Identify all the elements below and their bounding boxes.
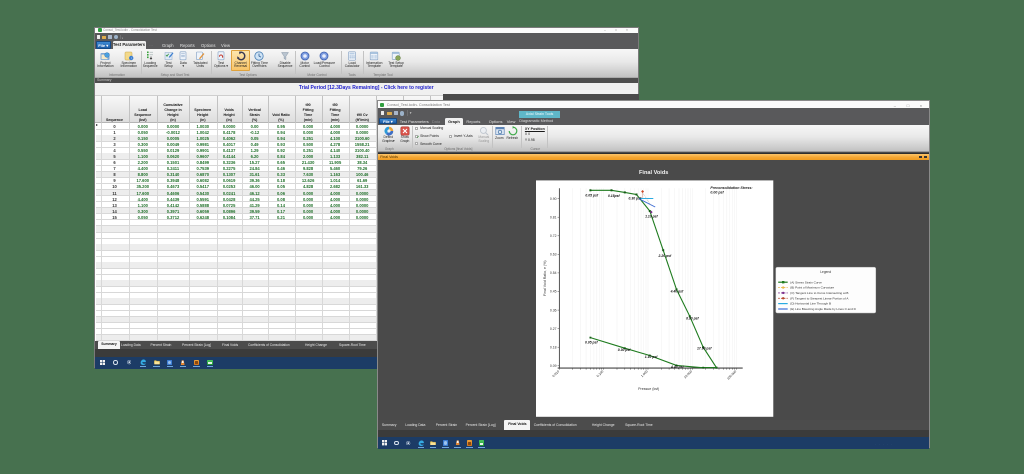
svg-text:Final Voids: Final Voids [639, 170, 668, 176]
svg-text:1.10 psf: 1.10 psf [645, 355, 658, 359]
svg-text:4.40 psf: 4.40 psf [670, 289, 684, 293]
svg-text:(C) Tangent Line to Curve Inte: (C) Tangent Line to Curve Intersecting a… [790, 291, 848, 295]
svg-text:0.15psf: 0.15psf [608, 194, 621, 198]
svg-text:(B) Point of Maximum Curvature: (B) Point of Maximum Curvature [790, 285, 834, 289]
svg-text:Preconsolidation Stress:: Preconsolidation Stress: [711, 186, 754, 190]
svg-text:0.18: 0.18 [550, 345, 557, 349]
svg-text:0.05 psf: 0.05 psf [586, 193, 599, 197]
svg-text:(D) Horizontal Line Through B: (D) Horizontal Line Through B [790, 301, 831, 305]
svg-text:(E) Line Bisecting Angle Made: (E) Line Bisecting Angle Made by Lines C… [790, 307, 856, 311]
svg-text:8.80 psf: 8.80 psf [686, 316, 699, 320]
svg-text:0.81: 0.81 [550, 215, 557, 219]
svg-text:0.45: 0.45 [550, 289, 557, 293]
svg-text:0.63: 0.63 [550, 252, 557, 256]
svg-text:0.09: 0.09 [550, 364, 557, 368]
svg-text:0.90: 0.90 [550, 197, 557, 201]
svg-text:0.36: 0.36 [550, 308, 557, 312]
svg-text:0.00 psf: 0.00 psf [711, 190, 725, 194]
svg-text:Final Void Ratio, e (%): Final Void Ratio, e (%) [543, 260, 547, 296]
svg-text:0.54: 0.54 [550, 271, 557, 275]
svg-text:Legend: Legend [821, 270, 832, 274]
svg-text:(F) Tangent to Steepest Linear: (F) Tangent to Steepest Linear Portion o… [790, 296, 849, 300]
svg-text:0.72: 0.72 [550, 234, 557, 238]
svg-text:0.30 psf: 0.30 psf [618, 348, 631, 352]
svg-text:0.05 psf: 0.05 psf [585, 340, 598, 344]
svg-text:Pressue (ksf): Pressue (ksf) [638, 387, 659, 391]
svg-text:2.20 psf: 2.20 psf [658, 254, 672, 258]
svg-text:4.40 psf: 4.40 psf [670, 365, 684, 369]
svg-text:0.27: 0.27 [550, 327, 557, 331]
svg-text:(A) Stress Strain Curve: (A) Stress Strain Curve [790, 280, 822, 284]
svg-text:0.30 psf: 0.30 psf [629, 196, 642, 200]
svg-text:17.60 psf: 17.60 psf [697, 346, 712, 350]
svg-text:1.10 psf: 1.10 psf [645, 214, 658, 218]
